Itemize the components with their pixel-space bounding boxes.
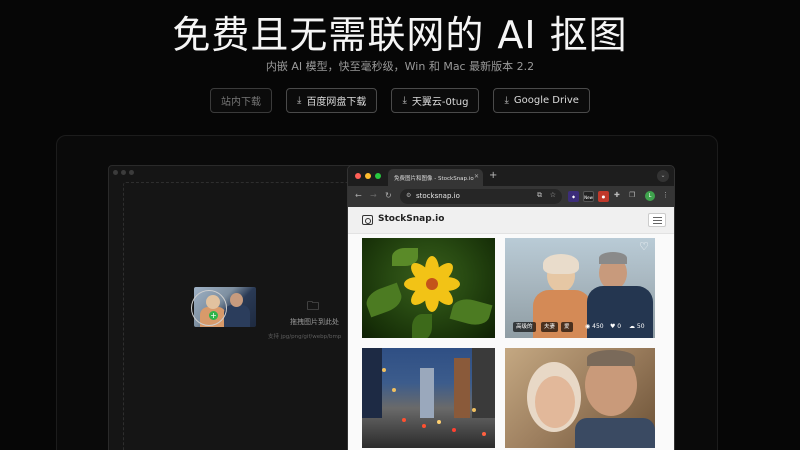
close-window-button[interactable] <box>355 173 361 179</box>
window-dot[interactable] <box>121 170 126 175</box>
reload-icon[interactable]: ↻ <box>385 191 392 200</box>
download-label: 天翼云-0tug <box>411 97 469 108</box>
add-badge-icon: + <box>209 311 218 320</box>
download-buttons: 站内下载 ⤓ 百度网盘下载 ⤓ 天翼云-0tug ⤓ Google Drive <box>0 88 800 113</box>
download-icon: ⤓ <box>504 95 509 106</box>
download-label: 百度网盘下载 <box>306 97 367 108</box>
forward-icon[interactable]: → <box>370 191 377 200</box>
page-subtitle: 内嵌 AI 模型，快至毫秒级，Win 和 Mac 最新版本 2.2 <box>265 60 535 73</box>
download-icon: ⤓ <box>297 95 302 106</box>
stocksnap-page: StockSnap.io ♡ 高级的 夫妻 爱 ◉ 450 ♥ 0 ☁ 50 <box>348 207 674 450</box>
address-url: stocksnap.io <box>416 192 460 200</box>
window-controls <box>113 170 134 175</box>
tab-bar: 免费图片和图像 - StockSnap.io ✕ + ⌄ <box>348 166 674 186</box>
extension-badge: New <box>584 195 593 200</box>
photo-senior-couple[interactable]: ♡ 高级的 夫妻 爱 ◉ 450 ♥ 0 ☁ 50 <box>505 238 655 338</box>
site-header: StockSnap.io <box>348 207 674 234</box>
baidu-download-button[interactable]: ⤓ 百度网盘下载 <box>286 88 378 113</box>
profile-avatar[interactable]: L <box>645 191 655 201</box>
photo-tag[interactable]: 高级的 <box>513 322 536 332</box>
drag-cursor-ring <box>191 290 227 326</box>
views-stat: ◉ 450 <box>585 323 604 330</box>
photo-tag[interactable]: 爱 <box>561 322 573 332</box>
maximize-window-button[interactable] <box>375 173 381 179</box>
hamburger-menu-icon[interactable] <box>648 213 666 227</box>
extension-icon[interactable]: ◆ <box>568 191 579 202</box>
photo-yellow-flower[interactable] <box>362 238 495 338</box>
photo-couple-embrace[interactable] <box>505 348 655 448</box>
folder-icon: 🗀 <box>307 299 320 313</box>
window-dot[interactable] <box>129 170 134 175</box>
back-icon[interactable]: ← <box>355 191 362 200</box>
download-icon: ⤓ <box>402 95 407 106</box>
browser-tab[interactable]: 免费图片和图像 - StockSnap.io ✕ <box>388 169 483 186</box>
translate-icon[interactable]: ⧉ <box>537 191 542 200</box>
site-info-icon[interactable]: ⚙ <box>406 192 411 199</box>
tianyi-download-button[interactable]: ⤓ 天翼云-0tug <box>391 88 480 113</box>
site-download-button[interactable]: 站内下载 <box>210 88 273 113</box>
browser-toolbar: ← → ↻ ⚙ stocksnap.io ⧉ ☆ ◆ New ● ✚ ❐ L ⋮ <box>348 186 674 207</box>
tab-search-icon[interactable]: ⌄ <box>657 170 669 182</box>
google-drive-download-button[interactable]: ⤓ Google Drive <box>493 88 590 113</box>
bookmark-star-icon[interactable]: ☆ <box>550 191 556 199</box>
extension-new-icon[interactable]: New <box>583 191 594 202</box>
downloads-stat: ☁ 50 <box>629 323 645 330</box>
browser-menu-icon[interactable]: ⋮ <box>662 191 669 199</box>
address-bar[interactable]: ⚙ stocksnap.io ⧉ ☆ <box>400 189 562 204</box>
new-tab-icon[interactable]: + <box>489 170 497 181</box>
minimize-window-button[interactable] <box>365 173 371 179</box>
tab-groups-icon[interactable]: ❐ <box>629 191 635 199</box>
download-label: Google Drive <box>513 95 579 106</box>
extensions-puzzle-icon[interactable]: ✚ <box>614 191 620 199</box>
download-label: 站内下载 <box>221 97 262 108</box>
site-logo[interactable]: StockSnap.io <box>378 214 444 224</box>
drop-hint: 支持 jpg/png/gif/webp/bmp <box>268 334 342 340</box>
close-tab-icon[interactable]: ✕ <box>474 173 479 180</box>
browser-window: 免费图片和图像 - StockSnap.io ✕ + ⌄ ← → ↻ ⚙ sto… <box>347 165 675 450</box>
photo-tag[interactable]: 夫妻 <box>541 322 559 332</box>
likes-stat: ♥ 0 <box>610 323 622 330</box>
drop-label: 拖拽图片到此处 <box>290 318 339 326</box>
camera-logo-icon[interactable] <box>362 215 373 225</box>
window-dot[interactable] <box>113 170 118 175</box>
tab-title: 免费图片和图像 - StockSnap.io <box>394 176 474 182</box>
favorite-heart-icon[interactable]: ♡ <box>639 240 649 253</box>
page-title: 免费且无需联网的 AI 抠图 <box>172 13 628 57</box>
extension-red-icon[interactable]: ● <box>598 191 609 202</box>
photo-city-street[interactable] <box>362 348 495 448</box>
